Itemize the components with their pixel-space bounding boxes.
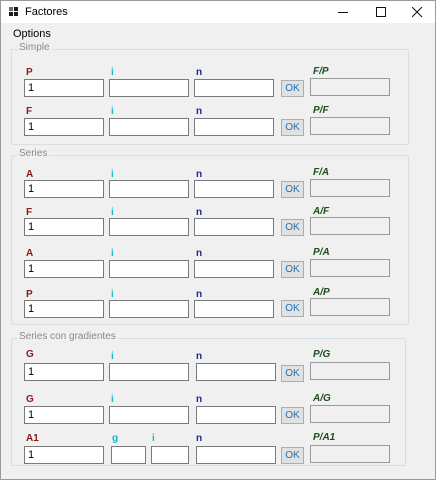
input-i[interactable] <box>109 260 189 278</box>
label-n: n <box>196 207 203 218</box>
input-g-rate[interactable] <box>111 446 146 464</box>
ok-button-a-p[interactable]: OK <box>281 300 304 317</box>
title-bar[interactable]: Factores <box>1 1 435 23</box>
ok-button-a-f[interactable]: OK <box>281 219 304 236</box>
ok-button-p-g[interactable]: OK <box>281 365 304 382</box>
label-a1: A1 <box>26 433 39 444</box>
maximize-button[interactable] <box>363 1 399 23</box>
input-a[interactable] <box>24 260 104 278</box>
ok-button-f-p[interactable]: OK <box>281 80 304 97</box>
label-n: n <box>196 394 203 405</box>
input-p[interactable] <box>24 79 104 97</box>
input-p[interactable] <box>24 300 104 318</box>
label-i: i <box>111 248 114 259</box>
minimize-button[interactable] <box>325 1 361 23</box>
label-p: P <box>26 289 33 300</box>
label-i: i <box>111 169 114 180</box>
label-i: i <box>111 106 114 117</box>
label-n: n <box>196 248 203 259</box>
label-n: n <box>196 67 203 78</box>
result-label-a-g: A/G <box>313 393 331 404</box>
result-label-a-p: A/P <box>313 287 330 298</box>
label-a: A <box>26 169 34 180</box>
result-label-p-f: P/F <box>313 105 329 116</box>
app-icon <box>9 7 19 17</box>
main-window: Factores Options Simple P i n F/P OK F i… <box>0 0 436 480</box>
input-i[interactable] <box>109 118 189 136</box>
input-n[interactable] <box>194 79 274 97</box>
menu-options[interactable]: Options <box>13 28 51 40</box>
label-f: F <box>26 106 33 117</box>
label-n: n <box>196 169 203 180</box>
input-f[interactable] <box>24 218 104 236</box>
input-n[interactable] <box>196 406 276 424</box>
result-label-p-g: P/G <box>313 349 331 360</box>
result-p-g <box>310 362 390 380</box>
label-g: G <box>26 349 34 360</box>
input-f[interactable] <box>24 118 104 136</box>
menu-bar: Options <box>1 25 435 43</box>
input-i[interactable] <box>109 300 189 318</box>
ok-button-p-f[interactable]: OK <box>281 119 304 136</box>
label-i: i <box>111 67 114 78</box>
result-a-g <box>310 405 390 423</box>
result-p-f <box>310 117 390 135</box>
result-label-p-a: P/A <box>313 247 330 258</box>
label-g-rate: g <box>112 433 119 444</box>
result-p-a <box>310 259 390 277</box>
label-i: i <box>111 207 114 218</box>
ok-button-p-a1[interactable]: OK <box>281 447 304 464</box>
label-g: G <box>26 394 34 405</box>
input-n[interactable] <box>194 300 274 318</box>
input-i[interactable] <box>109 363 189 381</box>
group-gradientes-legend: Series con gradientes <box>17 331 118 342</box>
maximize-icon <box>376 7 386 17</box>
input-i[interactable] <box>109 406 189 424</box>
ok-button-p-a[interactable]: OK <box>281 261 304 278</box>
input-n[interactable] <box>196 446 276 464</box>
input-g[interactable] <box>24 363 104 381</box>
input-g[interactable] <box>24 406 104 424</box>
result-f-p <box>310 78 390 96</box>
result-f-a <box>310 179 390 197</box>
group-series-legend: Series <box>17 148 50 159</box>
result-p-a1 <box>310 445 390 463</box>
label-i: i <box>152 433 155 444</box>
result-label-p-a1: P/A1 <box>313 432 336 443</box>
label-n: n <box>196 433 203 444</box>
input-i[interactable] <box>109 79 189 97</box>
label-i: i <box>111 394 114 405</box>
result-label-f-p: F/P <box>313 66 329 77</box>
label-n: n <box>196 289 203 300</box>
label-n: n <box>196 106 203 117</box>
label-p: P <box>26 67 33 78</box>
result-label-a-f: A/F <box>313 206 330 217</box>
input-n[interactable] <box>194 260 274 278</box>
close-icon <box>412 7 423 18</box>
input-n[interactable] <box>194 218 274 236</box>
input-n[interactable] <box>196 363 276 381</box>
label-i: i <box>111 289 114 300</box>
result-a-p <box>310 298 390 316</box>
minimize-icon <box>338 12 348 13</box>
input-i[interactable] <box>109 180 189 198</box>
close-button[interactable] <box>399 1 435 23</box>
label-n: n <box>196 351 203 362</box>
input-i[interactable] <box>151 446 189 464</box>
label-a: A <box>26 248 34 259</box>
input-a1[interactable] <box>24 446 104 464</box>
input-n[interactable] <box>194 180 274 198</box>
result-a-f <box>310 217 390 235</box>
group-simple-legend: Simple <box>17 42 52 53</box>
ok-button-a-g[interactable]: OK <box>281 407 304 424</box>
input-a[interactable] <box>24 180 104 198</box>
ok-button-f-a[interactable]: OK <box>281 181 304 198</box>
input-i[interactable] <box>109 218 189 236</box>
result-label-f-a: F/A <box>313 167 330 178</box>
label-i: i <box>111 351 114 362</box>
input-n[interactable] <box>194 118 274 136</box>
window-title: Factores <box>25 6 68 18</box>
label-f: F <box>26 207 33 218</box>
